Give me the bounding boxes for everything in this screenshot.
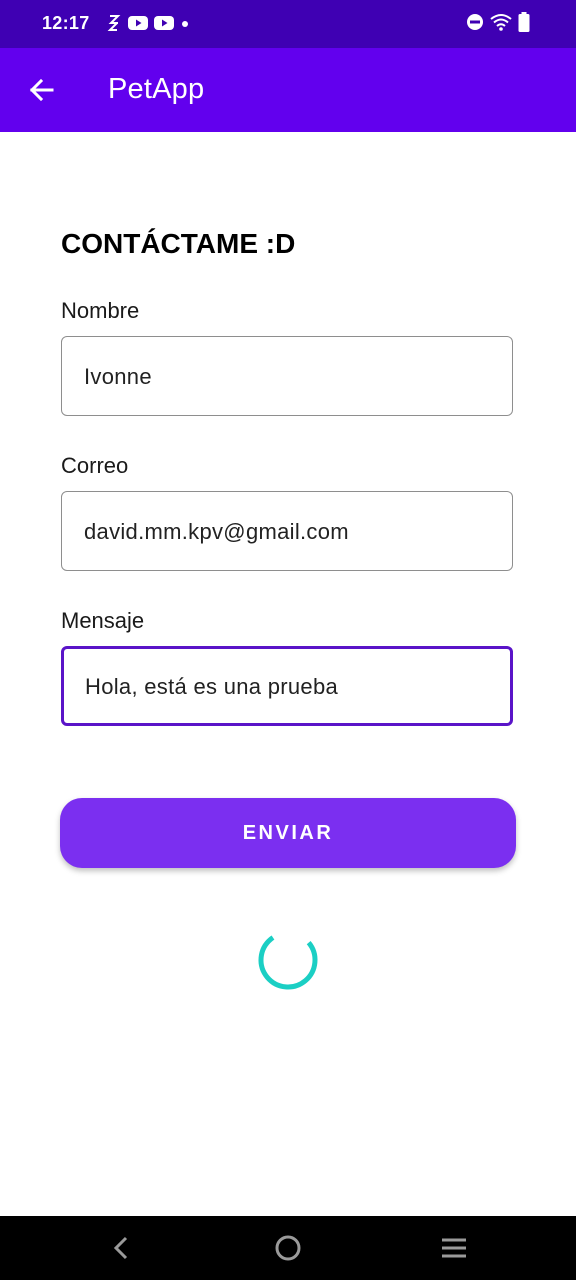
battery-icon — [518, 11, 530, 37]
status-right-icons — [466, 11, 536, 37]
email-field-value: david.mm.kpv@gmail.com — [84, 519, 349, 544]
name-field-value: Ivonne — [84, 364, 152, 389]
message-label: Mensaje — [61, 608, 145, 633]
page-title: CONTÁCTAME :D — [61, 228, 296, 259]
status-bar: 12:17 — [0, 0, 576, 48]
notification-dot-icon — [180, 16, 190, 34]
name-field[interactable]: Ivonne — [61, 336, 513, 416]
send-button[interactable]: ENVIAR — [60, 798, 516, 868]
message-field-value: Hola, está es una prueba — [85, 674, 339, 699]
name-label: Nombre — [61, 298, 140, 323]
do-not-disturb-icon — [466, 13, 484, 36]
loading-spinner-icon — [256, 928, 320, 992]
nav-menu-icon[interactable] — [438, 1232, 470, 1264]
email-field[interactable]: david.mm.kpv@gmail.com — [61, 491, 513, 571]
youtube-icon — [128, 15, 148, 36]
youtube-icon — [154, 15, 174, 36]
wifi-icon — [490, 13, 512, 36]
nav-back-icon[interactable] — [106, 1232, 138, 1264]
app-bar: PetApp — [0, 48, 576, 132]
back-arrow-icon[interactable] — [26, 74, 58, 106]
email-label: Correo — [61, 453, 129, 478]
sync-icon — [106, 13, 122, 38]
status-left-icons — [106, 14, 196, 36]
nav-home-icon[interactable] — [272, 1232, 304, 1264]
app-title: PetApp — [108, 73, 205, 105]
message-field[interactable]: Hola, está es una prueba — [61, 646, 513, 726]
status-time: 12:17 — [42, 13, 90, 33]
system-nav-bar — [0, 1216, 576, 1280]
